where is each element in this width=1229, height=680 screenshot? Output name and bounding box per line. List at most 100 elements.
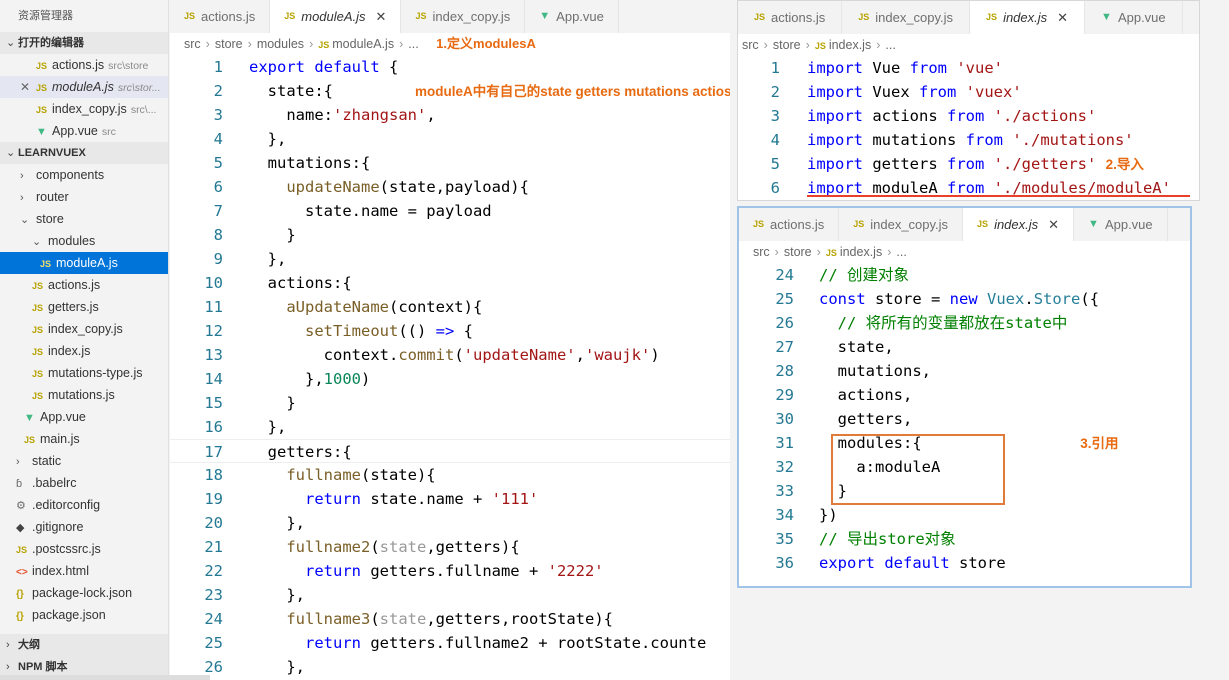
tree-folder-modules[interactable]: ⌄ modules <box>0 230 168 252</box>
editor-tabs: JS actions.js JS index_copy.js JS index.js ✕… <box>738 1 1199 34</box>
open-editor-moduleA[interactable]: ✕ JS moduleA.js src\stor... <box>0 76 168 98</box>
tree-file-mutations-type[interactable]: JS mutations-type.js <box>0 362 168 384</box>
project-header[interactable]: ⌄ LEARNVUEX <box>0 142 168 164</box>
tree-file-getters[interactable]: JS getters.js <box>0 296 168 318</box>
js-file-icon: JS <box>754 12 766 22</box>
breadcrumb-src[interactable]: src <box>742 38 759 52</box>
code-line: 14 },1000) <box>204 370 371 388</box>
code-line: 9 }, <box>213 250 287 268</box>
tree-file-package-json[interactable]: {} package.json <box>0 604 168 626</box>
code-line: 36 export default store <box>775 554 1006 572</box>
js-file-icon: JS <box>32 391 44 401</box>
js-file-icon: JS <box>284 11 296 21</box>
vue-file-icon: ▼ <box>1101 11 1112 23</box>
tree-file-editorconfig[interactable]: ⚙ .editorconfig <box>0 494 168 516</box>
tab-actions[interactable]: JS actions.js <box>738 1 843 34</box>
tree-file-actions[interactable]: JS actions.js <box>0 274 168 296</box>
code-line: 7 state.name = payload <box>213 202 492 220</box>
code-line: 22 return getters.fullname + '2222' <box>204 562 604 580</box>
tree-file-index-copy[interactable]: JS index_copy.js <box>0 318 168 340</box>
close-icon[interactable]: ✕ <box>20 76 30 98</box>
code-area[interactable]: 24// 创建对象 25 const store = new Vuex.Store… <box>739 263 1190 575</box>
explorer-sidebar: 资源管理器 ⌄ 打开的编辑器 JS actions.js src\store ✕ JS m… <box>0 0 169 680</box>
tab-moduleA[interactable]: JS moduleA.js ✕ <box>270 0 402 33</box>
code-line: 8 } <box>213 226 296 244</box>
code-line: 29 actions, <box>775 386 913 404</box>
open-editor-index-copy[interactable]: JS index_copy.js src\... <box>0 98 168 120</box>
code-line: 23 }, <box>204 586 305 604</box>
chevron-down-icon: ⌄ <box>6 147 16 159</box>
breadcrumb-src[interactable]: src <box>753 245 770 259</box>
tree-file-babelrc[interactable]: ɓ .babelrc <box>0 472 168 494</box>
tab-index-copy[interactable]: JS index_copy.js <box>842 1 971 34</box>
js-file-icon: JS <box>36 105 48 115</box>
close-icon[interactable]: ✕ <box>1057 1 1068 34</box>
tab-index-copy[interactable]: JS index_copy.js <box>839 208 964 241</box>
chevron-down-icon: ⌄ <box>6 37 16 49</box>
code-area[interactable]: 1 export default { 2 state:{ moduleA中有自己的… <box>170 55 730 679</box>
annotation-module-contents: moduleA中有自己的state getters mutations acti… <box>414 84 730 99</box>
code-line: 25 const store = new Vuex.Store({ <box>775 290 1100 308</box>
tree-file-postcssrc[interactable]: JS .postcssrc.js <box>0 538 168 560</box>
breadcrumb-store[interactable]: store <box>784 245 812 259</box>
tree-file-index[interactable]: JS index.js <box>0 340 168 362</box>
tab-index[interactable]: JS index.js ✕ <box>970 1 1086 34</box>
js-file-icon: JS <box>753 219 765 229</box>
code-line: 16 }, <box>204 418 287 436</box>
code-line: 6 updateName(state,payload){ <box>213 178 529 196</box>
outline-header[interactable]: › 大纲 <box>0 634 168 656</box>
breadcrumb-file[interactable]: moduleA.js <box>332 37 394 51</box>
code-line: 28 mutations, <box>775 362 931 380</box>
explorer-title: 资源管理器 <box>18 10 73 22</box>
code-line: 3 import actions from './actions' <box>770 107 1097 125</box>
js-file-icon: JS <box>415 11 427 21</box>
tab-app-vue[interactable]: ▼ App.vue <box>1074 208 1168 241</box>
breadcrumb-store[interactable]: store <box>773 38 801 52</box>
tab-app-vue[interactable]: ▼ App.vue <box>525 0 619 33</box>
breadcrumb-file[interactable]: index.js <box>829 38 871 52</box>
tab-app-vue[interactable]: ▼ App.vue <box>1085 1 1183 34</box>
tab-index[interactable]: JS index.js ✕ <box>963 208 1075 241</box>
annotation-define-module: 1.定义modulesA <box>436 36 536 51</box>
vue-file-icon: ▼ <box>24 412 35 424</box>
js-file-icon: JS <box>858 12 870 22</box>
js-file-icon: JS <box>32 369 44 379</box>
tab-actions[interactable]: JS actions.js <box>739 208 840 241</box>
open-editor-actions[interactable]: JS actions.js src\store <box>0 54 168 76</box>
code-line: 15 } <box>204 394 296 412</box>
tree-file-index-html[interactable]: <> index.html <box>0 560 168 582</box>
tree-file-moduleA[interactable]: JS moduleA.js <box>0 252 168 274</box>
close-icon[interactable]: ✕ <box>1048 208 1059 241</box>
breadcrumb-file[interactable]: index.js <box>840 245 882 259</box>
breadcrumb-src[interactable]: src <box>184 37 201 51</box>
code-line: 21 fullname2(state,getters){ <box>204 538 520 556</box>
code-line: 26 }, <box>204 658 305 676</box>
tab-index-copy[interactable]: JS index_copy.js <box>401 0 526 33</box>
breadcrumb-more[interactable]: ... <box>408 37 418 51</box>
tree-file-main[interactable]: JS main.js <box>0 428 168 450</box>
close-icon[interactable]: ✕ <box>376 0 387 33</box>
tree-folder-router[interactable]: › router <box>0 186 168 208</box>
tree-folder-components[interactable]: › components <box>0 164 168 186</box>
open-editor-app-vue[interactable]: ▼ App.vue src <box>0 120 168 142</box>
open-editors-header[interactable]: ⌄ 打开的编辑器 <box>0 32 168 54</box>
breadcrumb-more[interactable]: ... <box>896 245 906 259</box>
breadcrumb-store[interactable]: store <box>215 37 243 51</box>
code-line: 5 mutations:{ <box>213 154 371 172</box>
chevron-right-icon: › <box>16 456 20 468</box>
breadcrumb-modules[interactable]: modules <box>257 37 304 51</box>
tab-actions[interactable]: JS actions.js <box>170 0 271 33</box>
editor-tabs: JS actions.js JS index_copy.js JS index.js ✕… <box>739 208 1190 241</box>
js-file-icon: JS <box>32 325 44 335</box>
code-line: 5 import getters from './getters' 2.导入 <box>770 155 1144 173</box>
tree-file-mutations[interactable]: JS mutations.js <box>0 384 168 406</box>
tree-file-package-lock[interactable]: {} package-lock.json <box>0 582 168 604</box>
code-area[interactable]: 1 import Vue from 'vue' 2 import Vuex from… <box>738 56 1199 200</box>
code-line: 12 setTimeout(() => { <box>204 322 473 340</box>
tree-file-app-vue[interactable]: ▼ App.vue <box>0 406 168 428</box>
tree-folder-store[interactable]: ⌄ store <box>0 208 168 230</box>
tree-folder-static[interactable]: › static <box>0 450 168 472</box>
code-line: 19 return state.name + '111' <box>204 490 539 508</box>
tree-file-gitignore[interactable]: ◆ .gitignore <box>0 516 168 538</box>
breadcrumb-more[interactable]: ... <box>885 38 895 52</box>
